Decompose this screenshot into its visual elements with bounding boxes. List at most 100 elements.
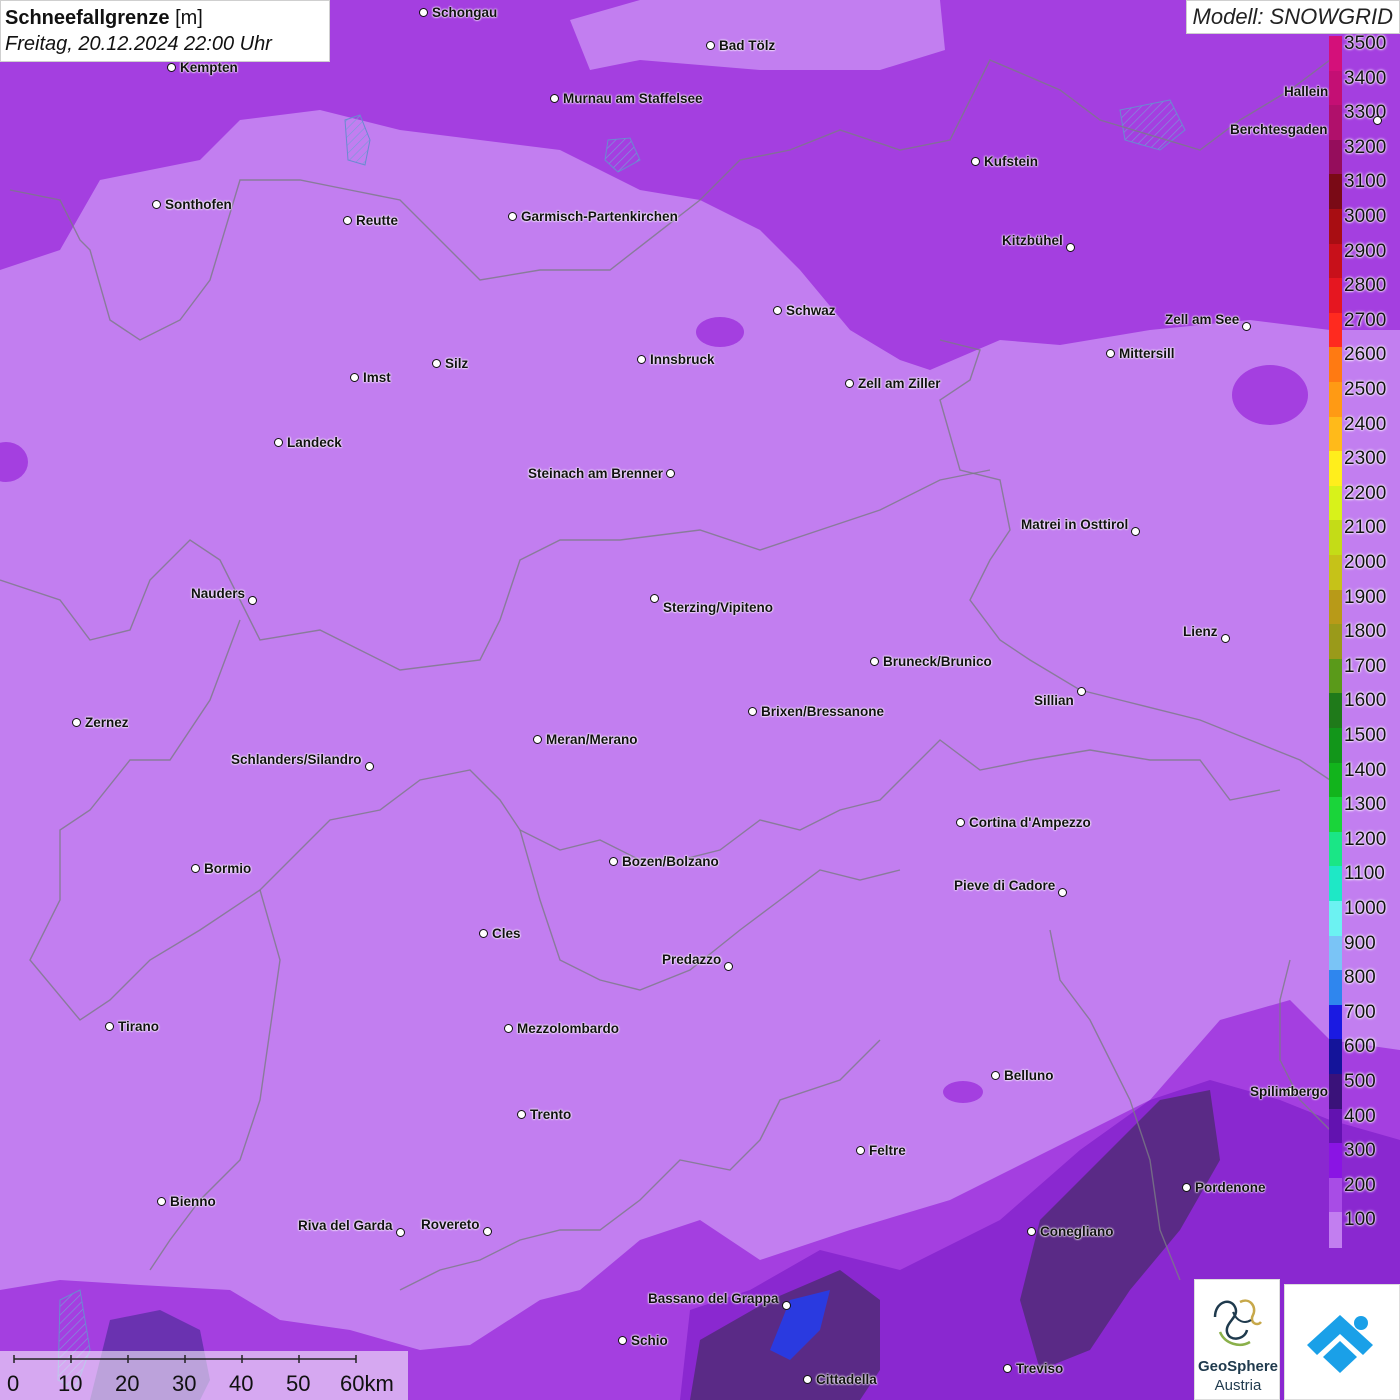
legend-label: 2900	[1344, 240, 1387, 262]
legend-swatch	[1329, 589, 1342, 625]
city-marker-icon[interactable]	[1373, 116, 1382, 125]
legend-label: 2500	[1344, 379, 1387, 400]
city-label: Matrei in Osttirol	[1021, 517, 1129, 532]
city-marker-icon[interactable]	[350, 373, 359, 382]
city-label: Rovereto	[421, 1217, 480, 1232]
legend-label: 1600	[1344, 690, 1387, 712]
city-marker-icon[interactable]	[1182, 1183, 1191, 1192]
city-label: Mittersill	[1119, 346, 1175, 361]
city-marker-icon[interactable]	[618, 1336, 627, 1345]
city-marker-icon[interactable]	[419, 8, 428, 17]
legend-swatch	[1329, 658, 1342, 694]
city-marker-icon[interactable]	[365, 762, 374, 771]
snowline-blob-zellamsee	[1232, 365, 1308, 425]
city-marker-icon[interactable]	[1066, 243, 1075, 252]
color-legend: 3500 3400 3300 3200 3100 3000 2900 2800 2700 2600…	[1329, 34, 1400, 1248]
city-marker-icon[interactable]	[1077, 687, 1086, 696]
city-marker-icon[interactable]	[748, 707, 757, 716]
city-marker-icon[interactable]	[1003, 1364, 1012, 1373]
city-marker-icon[interactable]	[782, 1301, 791, 1310]
city-marker-icon[interactable]	[479, 929, 488, 938]
map-title-bold: Schneefallgrenze	[5, 7, 170, 29]
legend-label: 2200	[1344, 482, 1387, 504]
city-marker-icon[interactable]	[609, 857, 618, 866]
city-marker-icon[interactable]	[167, 63, 176, 72]
scale-tick-label: 20	[115, 1371, 140, 1396]
legend-label: 3400	[1344, 67, 1387, 89]
city-marker-icon[interactable]	[971, 157, 980, 166]
geosphere-name: GeoSphere	[1197, 1358, 1279, 1375]
scale-tick-label: 50	[286, 1371, 311, 1396]
geosphere-logo[interactable]: GeoSphere Austria	[1194, 1279, 1280, 1400]
scale-tick-label: 30	[172, 1371, 197, 1396]
city-marker-icon[interactable]	[1027, 1227, 1036, 1236]
city-label: Bienno	[170, 1194, 216, 1209]
city-label: Schwaz	[786, 303, 836, 318]
city-marker-icon[interactable]	[650, 594, 659, 603]
city-label: Spilimbergo	[1250, 1084, 1329, 1099]
city-marker-icon[interactable]	[508, 212, 517, 221]
city-marker-icon[interactable]	[803, 1375, 812, 1384]
legend-label: 800	[1344, 967, 1376, 989]
city-marker-icon[interactable]	[724, 962, 733, 971]
city-marker-icon[interactable]	[870, 657, 879, 666]
legend-label: 3100	[1344, 171, 1387, 193]
legend-swatch	[1329, 70, 1342, 106]
city-marker-icon[interactable]	[432, 359, 441, 368]
legend-label: 900	[1344, 932, 1376, 954]
city-marker-icon[interactable]	[706, 41, 715, 50]
city-label: Bormio	[204, 861, 252, 876]
city-marker-icon[interactable]	[157, 1197, 166, 1206]
city-label: Imst	[363, 370, 391, 385]
app-logo[interactable]	[1284, 1284, 1400, 1400]
snowline-blob-belluno	[943, 1081, 983, 1103]
legend-swatch	[1329, 278, 1342, 314]
city-marker-icon[interactable]	[845, 379, 854, 388]
city-marker-icon[interactable]	[517, 1110, 526, 1119]
city-label: Zernez	[85, 715, 129, 730]
city-marker-icon[interactable]	[1106, 349, 1115, 358]
city-label: Bozen/Bolzano	[622, 854, 719, 869]
city-marker-icon[interactable]	[773, 306, 782, 315]
city-marker-icon[interactable]	[550, 94, 559, 103]
city-marker-icon[interactable]	[152, 200, 161, 209]
city-marker-icon[interactable]	[856, 1146, 865, 1155]
city-marker-icon[interactable]	[343, 216, 352, 225]
city-marker-icon[interactable]	[637, 355, 646, 364]
city-marker-icon[interactable]	[991, 1071, 1000, 1080]
city-marker-icon[interactable]	[533, 735, 542, 744]
city-label: Feltre	[869, 1143, 906, 1158]
city-marker-icon[interactable]	[105, 1022, 114, 1031]
city-label: Reutte	[356, 213, 399, 228]
city-marker-icon[interactable]	[504, 1024, 513, 1033]
legend-label: 2700	[1344, 309, 1387, 331]
city-marker-icon[interactable]	[483, 1227, 492, 1236]
city-label: Schongau	[432, 5, 498, 20]
city-marker-icon[interactable]	[1221, 634, 1230, 643]
city-label: Murnau am Staffelsee	[563, 91, 703, 106]
legend-swatch	[1329, 762, 1342, 798]
legend-label: 1200	[1344, 828, 1387, 850]
city-label: Belluno	[1004, 1068, 1054, 1083]
legend-swatch	[1329, 797, 1342, 833]
legend-swatch	[1329, 520, 1342, 556]
legend-label: 700	[1344, 1001, 1376, 1023]
city-marker-icon[interactable]	[666, 469, 675, 478]
city-marker-icon[interactable]	[396, 1228, 405, 1237]
city-marker-icon[interactable]	[274, 438, 283, 447]
city-label: Trento	[530, 1107, 572, 1122]
legend-swatch	[1329, 209, 1342, 245]
city-label: Tirano	[118, 1019, 160, 1034]
city-marker-icon[interactable]	[191, 864, 200, 873]
city-marker-icon[interactable]	[956, 818, 965, 827]
city-label: Brixen/Bressanone	[761, 704, 885, 719]
legend-label: 2400	[1344, 413, 1387, 435]
city-marker-icon[interactable]	[1058, 888, 1067, 897]
city-marker-icon[interactable]	[1131, 527, 1140, 536]
city-marker-icon[interactable]	[248, 596, 257, 605]
city-marker-icon[interactable]	[1242, 322, 1251, 331]
city-label: Hallein	[1284, 84, 1329, 99]
title-box: Schneefallgrenze [m] Freitag, 20.12.2024…	[0, 0, 330, 62]
city-marker-icon[interactable]	[72, 718, 81, 727]
legend-swatch	[1329, 451, 1342, 487]
